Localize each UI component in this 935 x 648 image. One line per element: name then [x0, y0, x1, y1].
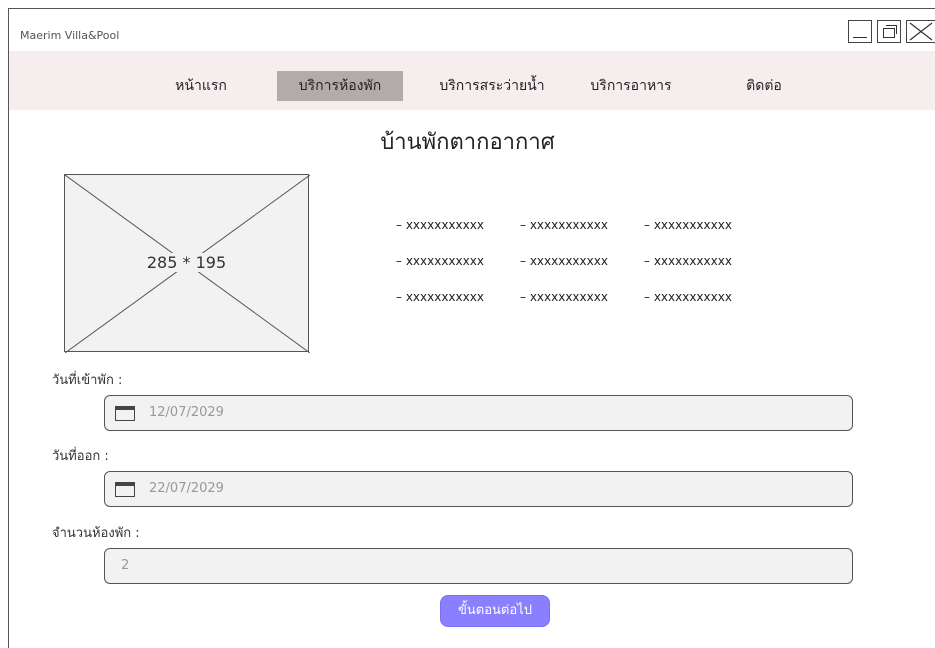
nav-item-rooms[interactable]: บริการห้องพัก: [277, 71, 403, 101]
maximize-icon[interactable]: [877, 20, 901, 43]
amenity-row: – xxxxxxxxxxx – xxxxxxxxxxx – xxxxxxxxxxx: [396, 250, 768, 286]
nav-item-pool[interactable]: บริการสระว่ายน้ำ: [419, 71, 565, 101]
amenities-list: – xxxxxxxxxxx – xxxxxxxxxxx – xxxxxxxxxxx …: [396, 214, 768, 322]
calendar-icon[interactable]: [115, 482, 135, 497]
close-icon[interactable]: [906, 20, 935, 43]
checkin-label: วันที่เข้าพัก :: [52, 373, 123, 388]
amenity-item: – xxxxxxxxxxx: [520, 254, 608, 268]
amenity-row: – xxxxxxxxxxx – xxxxxxxxxxx – xxxxxxxxxxx: [396, 286, 768, 322]
amenity-row: – xxxxxxxxxxx – xxxxxxxxxxx – xxxxxxxxxxx: [396, 214, 768, 250]
image-placeholder-label: 285 * 195: [140, 253, 233, 272]
next-step-button[interactable]: ขั้นตอนต่อไป: [440, 595, 550, 627]
checkout-label: วันที่ออก :: [52, 449, 109, 464]
amenity-item: – xxxxxxxxxxx: [644, 218, 732, 232]
checkin-date-value: 12/07/2029: [149, 405, 224, 420]
checkout-date-value: 22/07/2029: [149, 481, 224, 496]
rooms-field[interactable]: 2: [104, 548, 853, 584]
amenity-item: – xxxxxxxxxxx: [396, 218, 484, 232]
minimize-icon[interactable]: [848, 20, 872, 43]
amenity-item: – xxxxxxxxxxx: [644, 290, 732, 304]
amenity-item: – xxxxxxxxxxx: [520, 218, 608, 232]
navbar: หน้าแรก บริการห้องพัก บริการสระว่ายน้ำ บ…: [9, 51, 935, 110]
amenity-item: – xxxxxxxxxxx: [396, 290, 484, 304]
rooms-value: 2: [121, 558, 130, 573]
amenity-item: – xxxxxxxxxxx: [520, 290, 608, 304]
nav-item-home[interactable]: หน้าแรก: [159, 71, 243, 101]
amenity-item: – xxxxxxxxxxx: [396, 254, 484, 268]
image-placeholder: 285 * 195: [64, 174, 310, 353]
rooms-label: จำนวนห้องพัก :: [52, 526, 140, 541]
page-title: บ้านพักตากอากาศ: [380, 130, 555, 155]
nav-item-contact[interactable]: ติดต่อ: [729, 71, 799, 101]
checkin-date-field[interactable]: 12/07/2029: [104, 395, 853, 431]
app-title: Maerim Villa&Pool: [20, 29, 120, 42]
nav-item-food[interactable]: บริการอาหาร: [575, 71, 687, 101]
amenity-item: – xxxxxxxxxxx: [644, 254, 732, 268]
checkout-date-field[interactable]: 22/07/2029: [104, 471, 853, 507]
calendar-icon[interactable]: [115, 406, 135, 421]
